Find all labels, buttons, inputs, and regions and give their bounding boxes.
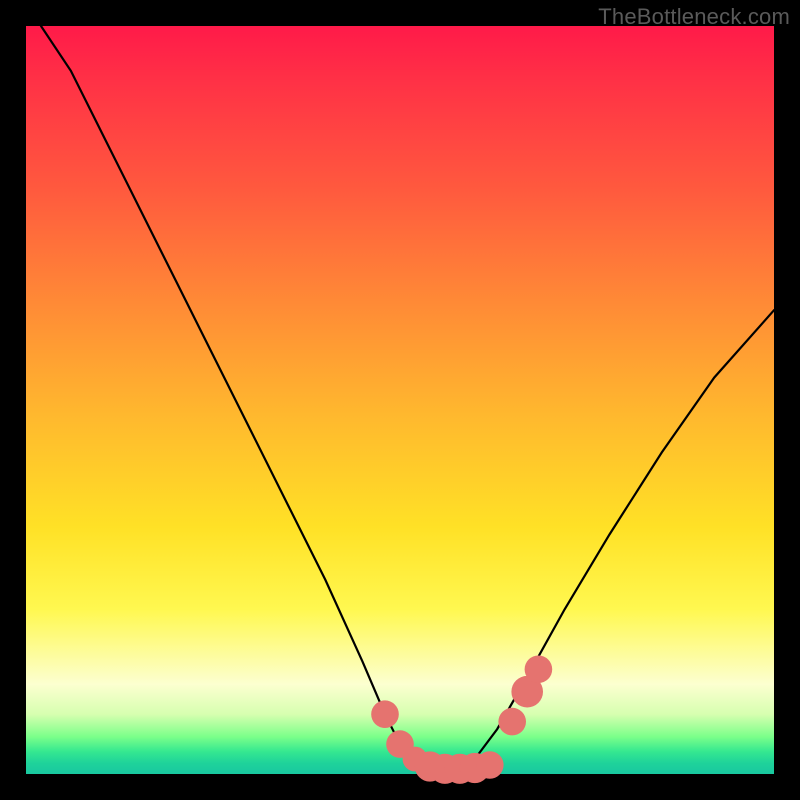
chart-frame: TheBottleneck.com: [0, 0, 800, 800]
data-marker: [476, 751, 504, 779]
data-marker: [371, 700, 399, 728]
marker-group: [371, 656, 552, 784]
watermark-text: TheBottleneck.com: [598, 4, 790, 30]
curve-group: [41, 26, 774, 770]
chart-plot-area: [26, 26, 774, 774]
chart-svg: [26, 26, 774, 774]
bottleneck-curve-right-path: [460, 310, 774, 770]
data-marker: [525, 656, 553, 684]
bottleneck-curve-left-path: [41, 26, 445, 770]
data-marker: [498, 708, 526, 736]
